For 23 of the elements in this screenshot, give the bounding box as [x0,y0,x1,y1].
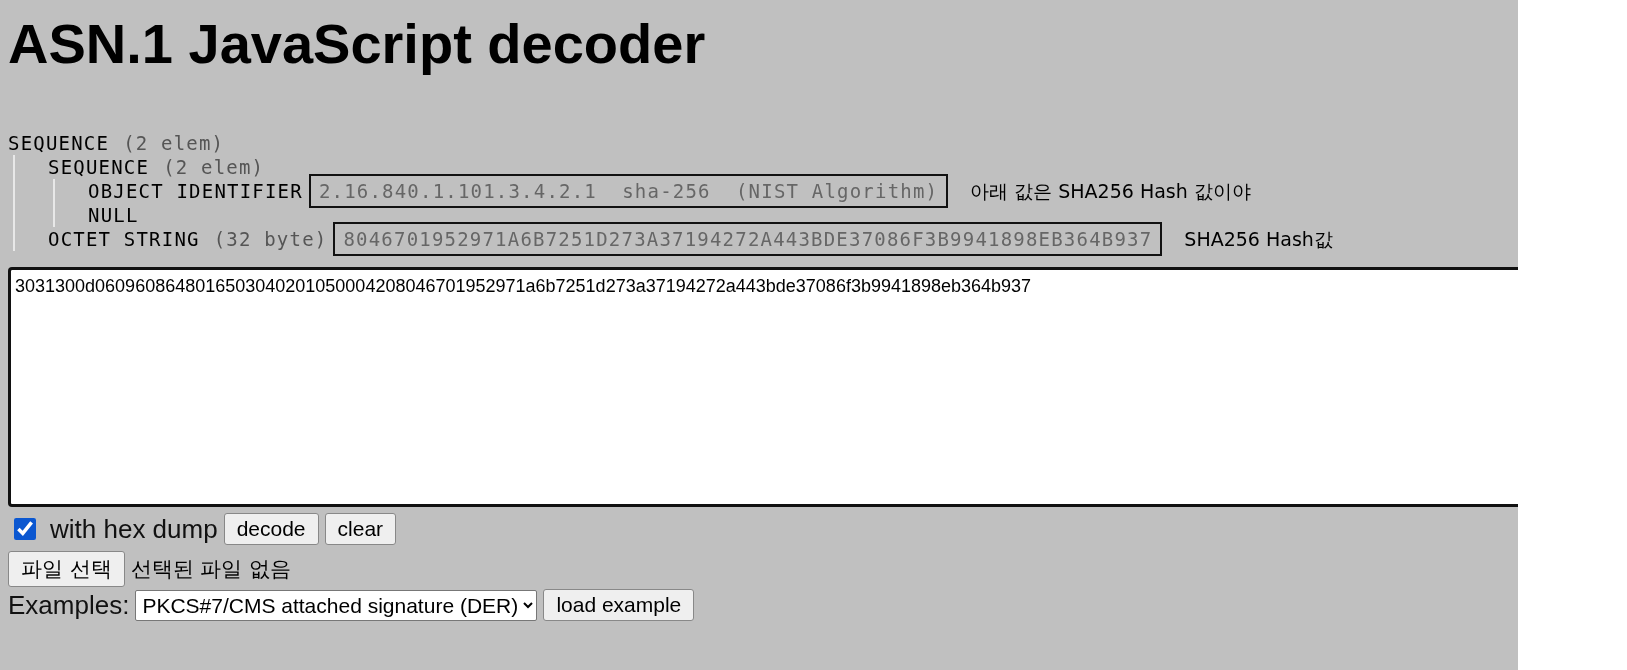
page-title: ASN.1 JavaScript decoder [8,11,707,76]
action-button[interactable]: clear [324,513,397,545]
annotation-note: 아래 값은 SHA256 Hash 값이야 [970,179,1251,203]
node-value: 8046701952971A6B7251D273A37194272A443BDE37086F3B9941898EB364B937 [333,222,1163,256]
annotation-note: SHA256 Hash값 [1184,227,1333,251]
checkbox-label: with hex dump [50,513,218,545]
node-info: (32 byte) [213,227,328,251]
node-type: SEQUENCE [8,131,110,155]
node-type: NULL [88,203,139,227]
file-status: 선택된 파일 없음 [130,556,292,583]
file-button[interactable]: 파일 선택 [8,551,125,587]
examples-label: Examples: [8,589,130,621]
node-value: 2.16.840.1.101.3.4.2.1 sha-256 (NIST Algorithm) [308,174,949,208]
node-info: (2 elem) [163,155,265,179]
node-type: OBJECT IDENTIFIER [88,179,303,203]
node-type: OCTET STRING [48,227,200,251]
action-button[interactable]: decode [223,513,319,545]
load-example-button[interactable]: load example [543,589,695,621]
input-field[interactable]: 3031300d0609608648016503040201050004208046701952971a6b7251d273a37194272a443bde37086f3b9941898eb364b937 [8,267,1518,507]
hex-dump-checkbox[interactable] [14,518,36,540]
node-info: (2 elem) [123,131,225,155]
examples-dropdown[interactable]: PKCS#7/CMS attached signature (DER) [135,589,538,621]
node-type: SEQUENCE [48,155,150,179]
